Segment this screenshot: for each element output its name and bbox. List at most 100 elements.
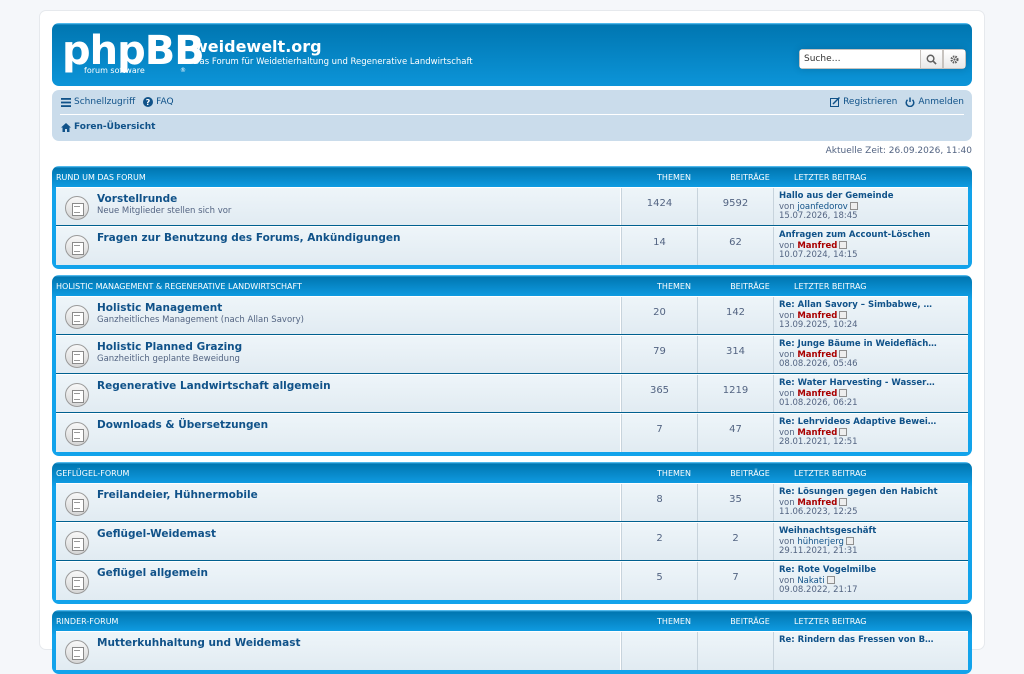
register-link[interactable]: Registrieren: [830, 97, 897, 107]
search-button[interactable]: [920, 49, 943, 69]
phpbb-logo[interactable]: phpBB forum software ®: [62, 28, 205, 77]
topic-count: 14: [621, 227, 697, 265]
forum-category: Rinder-Forum Themen Beiträge Letzter Beitra…: [52, 610, 972, 674]
last-post-date: 10.07.2024, 14:15: [779, 250, 858, 260]
last-post-title[interactable]: Re: Rote Vogelmilbe: [779, 565, 876, 576]
last-post-date: 08.08.2026, 05:46: [779, 359, 858, 369]
post-count: 1219: [697, 375, 773, 412]
home-icon: [61, 122, 71, 132]
post-count: 62: [697, 227, 773, 265]
svg-text:?: ?: [146, 98, 151, 107]
forum-title[interactable]: Geflügel allgemein: [97, 567, 620, 579]
forum-title[interactable]: Regenerative Landwirtschaft allgemein: [97, 380, 620, 392]
posts-header: Beiträge: [730, 281, 770, 291]
breadcrumb[interactable]: Foren-Übersicht: [61, 122, 155, 132]
topics-header: Themen: [657, 172, 691, 182]
last-post-date: 11.06.2023, 12:25: [779, 507, 858, 517]
forum-categories: Rund um das Forum Themen Beiträge Letzter B…: [52, 166, 972, 674]
last-post-author[interactable]: Manfred: [797, 241, 837, 251]
view-latest-post-icon[interactable]: [826, 575, 835, 584]
forum-list: Freilandeier, Hühnermobile 8 35 Re: Lösunge…: [56, 483, 968, 600]
last-post-title[interactable]: Re: Rindern das Fressen von B…: [779, 635, 934, 646]
gear-icon: [950, 54, 959, 64]
last-post-title[interactable]: Anfragen zum Account-Löschen: [779, 230, 930, 241]
last-post-title[interactable]: Re: Junge Bäume in Weidefläch…: [779, 339, 937, 350]
view-latest-post-icon[interactable]: [839, 310, 848, 319]
last-post-author[interactable]: Nakati: [797, 576, 824, 586]
last-post-title[interactable]: Re: Lösungen gegen den Habicht: [779, 487, 938, 498]
category-name[interactable]: Rund um das Forum: [56, 173, 636, 182]
faq-link[interactable]: ? FAQ: [143, 97, 174, 107]
forum-read-icon: [65, 383, 89, 407]
last-post-author[interactable]: Manfred: [797, 311, 837, 321]
view-latest-post-icon[interactable]: [849, 201, 858, 210]
forum-category: Geflügel-Forum Themen Beiträge Letzter Beit…: [52, 462, 972, 604]
quick-access-menu[interactable]: Schnellzugriff: [61, 97, 135, 107]
search-icon: [926, 54, 937, 65]
forum-info: Regenerative Landwirtschaft allgemein: [56, 375, 621, 412]
category-header: Rinder-Forum Themen Beiträge Letzter Beitra…: [56, 614, 968, 628]
last-post-title[interactable]: Hallo aus der Gemeinde: [779, 191, 893, 202]
topic-count: 7: [621, 414, 697, 452]
forum-read-icon: [65, 492, 89, 516]
last-post-author[interactable]: Manfred: [797, 498, 837, 508]
view-latest-post-icon[interactable]: [839, 240, 848, 249]
last-post: Re: Rote Vogelmilbe von Nakati 09.08.2022,…: [773, 562, 876, 600]
last-post-author[interactable]: hühnerjerg: [797, 537, 844, 547]
last-post: Anfragen zum Account-Löschen von Manfred 1…: [773, 227, 930, 265]
last-post-date: 29.11.2021, 21:31: [779, 546, 858, 556]
view-latest-post-icon[interactable]: [845, 536, 854, 545]
forum-title[interactable]: Holistic Management: [97, 302, 620, 314]
last-post: Hallo aus der Gemeinde von joanfedorov 15.…: [773, 188, 893, 225]
forum-info: Holistic Planned Grazing Ganzheitlich gep…: [56, 336, 621, 373]
by-label: von: [779, 497, 795, 508]
category-name[interactable]: Rinder-Forum: [56, 617, 636, 626]
view-latest-post-icon[interactable]: [839, 427, 848, 436]
forum-list: Mutterkuhhaltung und Weidemast Re: Rinder…: [56, 631, 968, 670]
view-latest-post-icon[interactable]: [839, 497, 848, 506]
forum-row: Holistic Planned Grazing Ganzheitlich gep…: [56, 335, 968, 374]
by-label: von: [779, 201, 795, 212]
advanced-search-button[interactable]: [943, 49, 966, 69]
search-input[interactable]: Suche…: [799, 49, 920, 69]
last-post-author[interactable]: Manfred: [797, 350, 837, 360]
last-post-date: 01.08.2026, 06:21: [779, 398, 858, 408]
site-title[interactable]: weidewelt.org: [193, 37, 322, 56]
forum-title[interactable]: Holistic Planned Grazing: [97, 341, 620, 353]
forum-title[interactable]: Freilandeier, Hühnermobile: [97, 489, 620, 501]
by-label: von: [779, 388, 795, 399]
view-latest-post-icon[interactable]: [839, 388, 848, 397]
category-name[interactable]: Holistic Management & Regenerative Landw…: [56, 282, 636, 291]
last-post-title[interactable]: Re: Water Harvesting - Wasser…: [779, 378, 935, 389]
last-post-author[interactable]: Manfred: [797, 428, 837, 438]
forum-title[interactable]: Downloads & Übersetzungen: [97, 419, 620, 431]
by-label: von: [779, 427, 795, 438]
last-post-author[interactable]: Manfred: [797, 389, 837, 399]
forum-row: Mutterkuhhaltung und Weidemast Re: Rinder…: [56, 631, 968, 670]
topic-count: 79: [621, 336, 697, 373]
last-post-author[interactable]: joanfedorov: [797, 202, 848, 212]
forum-description: Ganzheitlich geplante Beweidung: [97, 354, 240, 364]
header-bar: phpBB forum software ® weidewelt.org Das…: [52, 23, 972, 86]
forum-title[interactable]: Geflügel-Weidemast: [97, 528, 620, 540]
topics-header: Themen: [657, 468, 691, 478]
category-name[interactable]: Geflügel-Forum: [56, 469, 636, 478]
last-post-title[interactable]: Weihnachtsgeschäft: [779, 526, 876, 537]
forum-info: Vorstellrunde Neue Mitglieder stellen sic…: [56, 188, 621, 225]
last-post-title[interactable]: Re: Lehrvideos Adaptive Bewei…: [779, 417, 936, 428]
forum-title[interactable]: Vorstellrunde: [97, 193, 620, 205]
last-post-title[interactable]: Re: Allan Savory – Simbabwe, …: [779, 300, 932, 311]
forum-title[interactable]: Mutterkuhhaltung und Weidemast: [97, 637, 620, 649]
forum-info: Geflügel-Weidemast: [56, 523, 621, 560]
topic-count: 20: [621, 297, 697, 334]
topic-count: 5: [621, 562, 697, 600]
forum-title[interactable]: Fragen zur Benutzung des Forums, Ankündi…: [97, 232, 620, 244]
topics-header: Themen: [657, 281, 691, 291]
topic-count: 365: [621, 375, 697, 412]
logo-text: phpBB: [62, 28, 205, 74]
view-latest-post-icon[interactable]: [839, 349, 848, 358]
login-link[interactable]: Anmelden: [905, 97, 964, 107]
last-post-date: 15.07.2026, 18:45: [779, 211, 858, 221]
topics-header: Themen: [657, 616, 691, 626]
post-count: 7: [697, 562, 773, 600]
